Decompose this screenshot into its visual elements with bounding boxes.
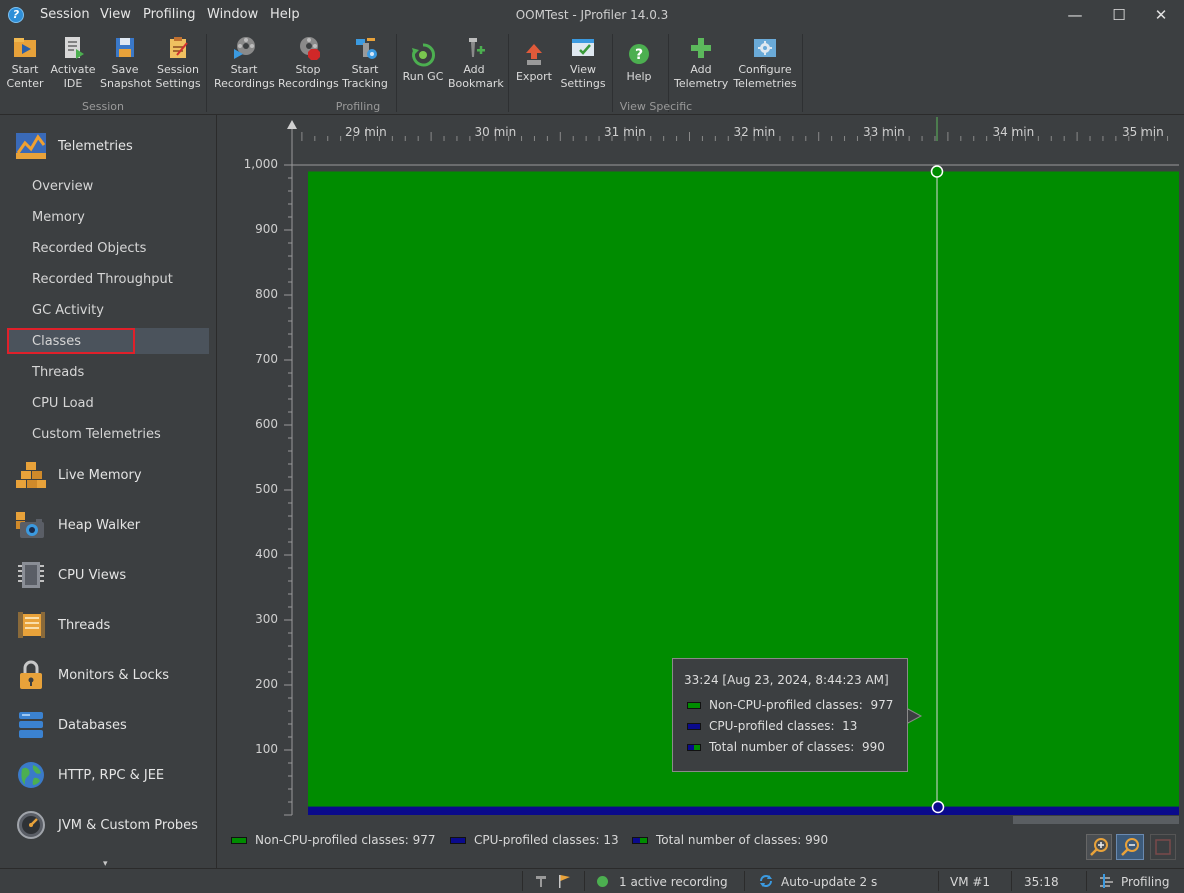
zoom-out-button[interactable] bbox=[1116, 834, 1144, 860]
x-tick-label: 35 min bbox=[1122, 125, 1164, 139]
vm-status: VM #1 bbox=[950, 875, 991, 889]
cursor-point-total[interactable] bbox=[930, 165, 944, 178]
legend-value: 990 bbox=[805, 833, 829, 847]
auto-update-icon bbox=[758, 873, 774, 892]
auto-update-status[interactable]: Auto-update 2 s bbox=[781, 875, 877, 889]
legend-value: 13 bbox=[603, 833, 619, 847]
y-tick-label: 100 bbox=[255, 742, 278, 756]
status-divider bbox=[1011, 871, 1012, 891]
series-area-cpu-profiled[interactable] bbox=[308, 806, 1179, 815]
y-tick-label: 300 bbox=[255, 612, 278, 626]
horizontal-scrollbar-thumb[interactable] bbox=[1013, 816, 1179, 824]
status-divider bbox=[744, 871, 745, 891]
pin-icon[interactable] bbox=[534, 874, 548, 891]
x-tick-label: 29 min bbox=[345, 125, 387, 139]
zoom-in-icon bbox=[1090, 838, 1108, 856]
tooltip-row: CPU-profiled classes: 13 bbox=[687, 719, 857, 733]
legend-value: 977 bbox=[412, 833, 436, 847]
legend-item-total: Total number of classes: 990 bbox=[632, 833, 828, 847]
tooltip-label: CPU-profiled classes: bbox=[709, 719, 835, 733]
legend-label: Non-CPU-profiled classes: bbox=[255, 833, 409, 847]
tooltip-time: 33:24 [Aug 23, 2024, 8:44:23 AM] bbox=[684, 673, 889, 687]
tooltip-value: 13 bbox=[842, 719, 858, 733]
status-bar: 1 active recording Auto-update 2 s VM #1… bbox=[0, 868, 1184, 893]
cursor-tooltip: 33:24 [Aug 23, 2024, 8:44:23 AM] Non-CPU… bbox=[672, 658, 908, 772]
tooltip-label: Non-CPU-profiled classes: bbox=[709, 698, 863, 712]
x-tick-label: 30 min bbox=[474, 125, 517, 139]
zoom-fit-button[interactable] bbox=[1150, 834, 1176, 860]
y-tick-label: 600 bbox=[255, 417, 278, 431]
legend-swatch-non-cpu bbox=[687, 702, 701, 709]
y-tick-label: 400 bbox=[255, 547, 278, 561]
legend-label: Total number of classes: bbox=[656, 833, 802, 847]
active-recording-status[interactable]: 1 active recording bbox=[619, 875, 728, 889]
status-divider bbox=[1086, 871, 1087, 891]
tooltip-row: Total number of classes: 990 bbox=[687, 740, 885, 754]
legend-swatch-non-cpu bbox=[231, 837, 247, 844]
legend-label: CPU-profiled classes: bbox=[474, 833, 600, 847]
x-tick-label: 32 min bbox=[733, 125, 776, 139]
y-tick-label: 1,000 bbox=[243, 157, 278, 171]
profiling-mode-icon bbox=[1098, 874, 1114, 891]
legend-swatch-cpu bbox=[450, 837, 466, 844]
cursor-point-cpu[interactable] bbox=[931, 800, 945, 814]
y-tick-label: 800 bbox=[255, 287, 278, 301]
tooltip-row: Non-CPU-profiled classes: 977 bbox=[687, 698, 893, 712]
x-tick-label: 31 min bbox=[604, 125, 646, 139]
legend-item-non-cpu: Non-CPU-profiled classes: 977 bbox=[231, 833, 436, 847]
zoom-in-button[interactable] bbox=[1086, 834, 1112, 860]
legend-swatch-cpu bbox=[687, 723, 701, 730]
tooltip-label: Total number of classes: bbox=[709, 740, 855, 754]
tooltip-value: 990 bbox=[861, 740, 885, 754]
status-divider bbox=[938, 871, 939, 891]
tooltip-value: 977 bbox=[870, 698, 894, 712]
profiling-mode-status: Profiling bbox=[1121, 875, 1170, 889]
x-tick-label: 34 min bbox=[992, 125, 1035, 139]
elapsed-time: 35:18 bbox=[1024, 875, 1059, 889]
flag-icon[interactable] bbox=[557, 874, 571, 891]
y-tick-label: 900 bbox=[255, 222, 278, 236]
zoom-out-icon bbox=[1121, 838, 1139, 856]
y-tick-label: 200 bbox=[255, 677, 278, 691]
status-divider bbox=[584, 871, 585, 891]
zoom-fit-icon bbox=[1155, 839, 1171, 855]
legend-swatch-total bbox=[687, 744, 701, 751]
y-tick-label: 700 bbox=[255, 352, 278, 366]
y-tick-label: 500 bbox=[255, 482, 278, 496]
status-divider bbox=[522, 871, 523, 891]
recording-indicator-icon bbox=[597, 876, 608, 887]
legend-swatch-total bbox=[632, 837, 648, 844]
legend-item-cpu: CPU-profiled classes: 13 bbox=[450, 833, 619, 847]
x-tick-label: 33 min bbox=[863, 125, 905, 139]
